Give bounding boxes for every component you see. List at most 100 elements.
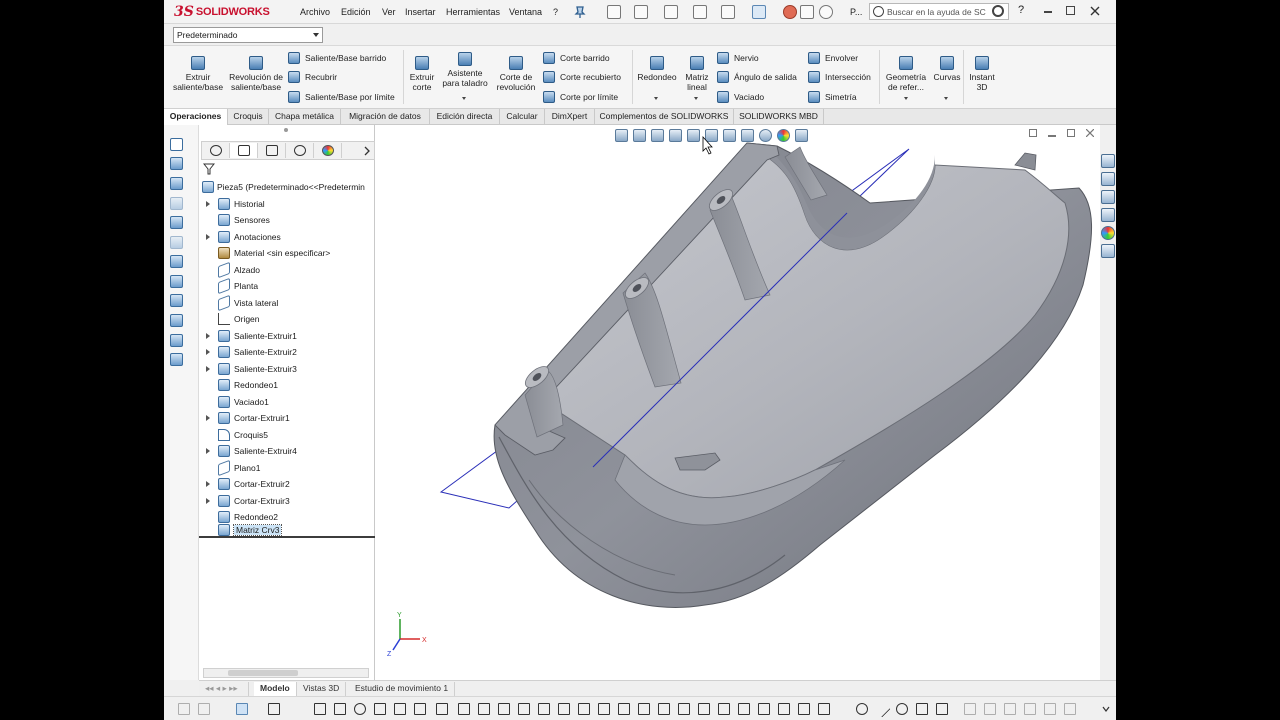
configuration-select[interactable]: Predeterminado (173, 27, 323, 43)
fillet-sketch-icon[interactable] (718, 703, 730, 715)
tab-edicion-directa[interactable]: Edición directa (430, 109, 500, 125)
swept-boss-button[interactable]: Saliente/Base barrido (288, 52, 386, 64)
cut-icon[interactable] (170, 216, 183, 229)
swept-cut-button[interactable]: Corte barrido (543, 52, 610, 64)
tree-item-vaciado1[interactable]: Vaciado1 (199, 395, 375, 410)
mirror-entities-icon[interactable] (478, 703, 490, 715)
chevron-down-icon[interactable] (1102, 705, 1110, 713)
circle-tool-icon[interactable] (354, 703, 366, 715)
tab-configuration-manager[interactable] (258, 143, 286, 158)
quick-snaps-icon[interactable] (578, 703, 590, 715)
tree-item-planta[interactable]: Planta (199, 277, 375, 295)
tree-item-saliente-extruir3[interactable]: Saliente-Extruir3 (199, 362, 375, 377)
revolve-cut-button[interactable]: Corte de revolución (491, 54, 541, 92)
tree-item-cortar-extruir3[interactable]: Cortar-Extruir3 (199, 494, 375, 509)
file-explorer-icon[interactable] (1101, 190, 1115, 204)
save-icon[interactable] (664, 5, 678, 19)
extrude-cut-button[interactable]: Extruir corte (404, 54, 440, 92)
feature-icon[interactable] (170, 157, 183, 170)
tree-horizontal-scrollbar[interactable] (203, 668, 369, 678)
tree-item-historial[interactable]: Historial (199, 197, 375, 212)
pin-icon[interactable] (574, 5, 586, 19)
hole-wizard-button[interactable]: Asistente para taladro (440, 50, 490, 88)
tree-item-croquis5[interactable]: Croquis5 (199, 428, 375, 443)
tab-estudio-movimiento[interactable]: Estudio de movimiento 1 (349, 682, 456, 696)
polygon-tool-icon[interactable] (334, 703, 346, 715)
tree-item-material[interactable]: Material <sin especificar> (199, 246, 375, 261)
offset-tool-icon[interactable] (458, 703, 470, 715)
menu-herramientas[interactable]: Herramientas (446, 7, 500, 17)
print-icon[interactable] (693, 5, 707, 19)
home-icon[interactable] (1101, 154, 1115, 168)
scrollbar-thumb[interactable] (228, 670, 298, 676)
appearances-icon[interactable] (1101, 226, 1115, 240)
relations-icon[interactable] (538, 703, 550, 715)
hole-wizard-dropdown-icon[interactable] (462, 97, 466, 100)
panel-grip-icon[interactable] (284, 128, 288, 132)
curves-dropdown-icon[interactable] (944, 97, 948, 100)
view-palette-icon[interactable] (1101, 208, 1115, 222)
menu-edicion[interactable]: Edición (341, 7, 371, 17)
file-properties-icon[interactable] (800, 5, 814, 19)
expand-arrow-icon[interactable] (206, 481, 210, 487)
rapid-sketch-icon[interactable] (598, 703, 610, 715)
convert-entities-icon[interactable] (778, 703, 790, 715)
custom-properties-icon[interactable] (1101, 244, 1115, 258)
menu-insertar[interactable]: Insertar (405, 7, 436, 17)
tab-dimxpert-manager[interactable] (286, 143, 314, 158)
help-search-input[interactable]: Buscar en la ayuda de SC (869, 3, 1009, 20)
shaded-contours-icon[interactable] (638, 703, 650, 715)
tab-dimxpert[interactable]: DimXpert (545, 109, 595, 125)
wrap-button[interactable]: Envolver (808, 52, 858, 64)
help-button[interactable]: ? (1018, 4, 1024, 16)
lofted-cut-button[interactable]: Corte recubierto (543, 71, 621, 83)
construction-geometry-icon[interactable] (678, 703, 690, 715)
3d-view-icon[interactable] (170, 138, 183, 151)
undo-icon[interactable] (721, 5, 735, 19)
menu-help[interactable]: ? (553, 7, 558, 17)
sketch-text-icon[interactable] (658, 703, 670, 715)
dimension-icon[interactable] (916, 703, 928, 715)
tree-item-cortar-extruir1[interactable]: Cortar-Extruir1 (199, 411, 375, 426)
restore-icon[interactable] (1066, 6, 1075, 15)
options-gear-icon[interactable] (819, 5, 833, 19)
circle-icon[interactable] (856, 703, 868, 715)
extend-icon[interactable] (758, 703, 770, 715)
tree-item-anotaciones[interactable]: Anotaciones (199, 230, 375, 245)
expand-arrow-icon[interactable] (206, 366, 210, 372)
tree-item-saliente-extruir1[interactable]: Saliente-Extruir1 (199, 329, 375, 344)
tree-item-redondeo1[interactable]: Redondeo1 (199, 378, 375, 393)
design-library-icon[interactable] (1101, 172, 1115, 186)
tab-feature-tree[interactable] (202, 143, 230, 158)
new-document-icon[interactable] (607, 5, 621, 19)
lofted-boss-button[interactable]: Recubrir (288, 71, 337, 83)
rib-strip-icon[interactable] (170, 294, 183, 307)
wrap-strip-icon[interactable] (170, 334, 183, 347)
mirror-button[interactable]: Simetría (808, 91, 857, 103)
shell-button[interactable]: Vaciado (717, 91, 764, 103)
expand-arrow-icon[interactable] (206, 234, 210, 240)
instant2d-icon[interactable] (618, 703, 630, 715)
linear-pattern-button[interactable]: Matriz lineal (682, 54, 712, 92)
tree-item-vista-lateral[interactable]: Vista lateral (199, 294, 375, 312)
move-entities-icon[interactable] (518, 703, 530, 715)
reference-geometry-button[interactable]: Geometría de refer... (882, 54, 930, 92)
search-go-icon[interactable] (992, 5, 1004, 17)
traffic-light-icon[interactable] (783, 5, 797, 19)
rib-button[interactable]: Nervio (717, 52, 759, 64)
tab-property-manager[interactable] (230, 143, 258, 158)
draft-button[interactable]: Ángulo de salida (717, 71, 797, 83)
boundary-boss-button[interactable]: Saliente/Base por límite (288, 91, 395, 103)
tab-display-manager[interactable] (314, 143, 342, 158)
tree-item-origen[interactable]: Origen (199, 312, 375, 327)
chevron-right-icon[interactable] (363, 146, 371, 156)
open-icon[interactable] (634, 5, 648, 19)
reference-strip-icon[interactable] (170, 353, 183, 366)
linear-sketch-pattern-icon[interactable] (498, 703, 510, 715)
model-view[interactable]: Y X Z (375, 125, 1100, 680)
centerline-icon[interactable] (698, 703, 710, 715)
boss-icon[interactable] (170, 177, 183, 190)
expand-arrow-icon[interactable] (206, 201, 210, 207)
pattern-strip-icon[interactable] (170, 314, 183, 327)
fillet-strip-icon[interactable] (170, 255, 183, 268)
